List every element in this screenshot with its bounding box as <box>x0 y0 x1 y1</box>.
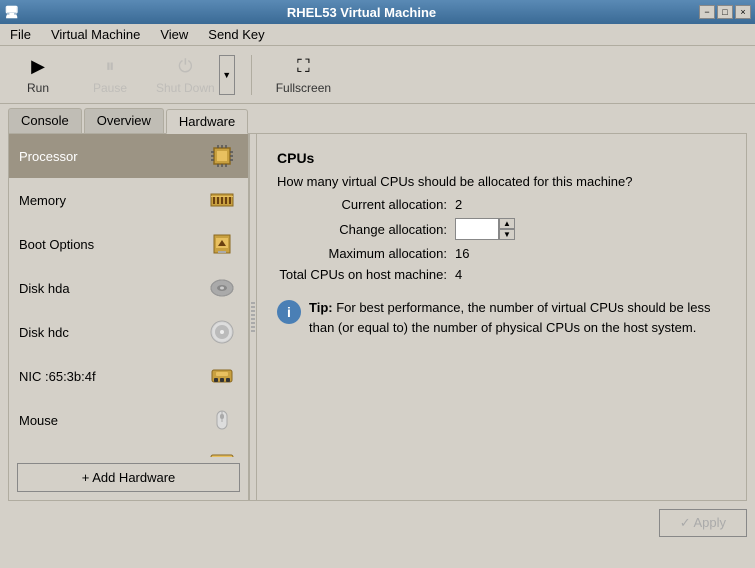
sidebar-bottom: + Add Hardware <box>9 457 248 500</box>
apply-button[interactable]: ✓ Apply <box>659 509 747 537</box>
tip-content: For best performance, the number of virt… <box>309 300 711 335</box>
minimize-button[interactable]: − <box>699 5 715 19</box>
menu-send-key[interactable]: Send Key <box>202 25 270 44</box>
tab-console[interactable]: Console <box>8 108 82 133</box>
pause-label: Pause <box>93 81 127 95</box>
spinbox-increment-button[interactable]: ▲ <box>499 218 515 229</box>
toolbar: ▶ Run ⏸ Pause ⏻ Shut Down ▼ ⛶ Fullscreen <box>0 46 755 104</box>
bottom-bar: ✓ Apply <box>0 501 755 545</box>
allocation-input[interactable]: 2 <box>455 218 499 240</box>
window-icon: 🖥 <box>4 5 19 19</box>
shutdown-label: Shut Down <box>156 81 215 95</box>
mouse-icon <box>206 404 238 436</box>
current-allocation-row: Current allocation: 2 <box>277 197 726 212</box>
sidebar-mouse-label: Mouse <box>19 413 206 428</box>
shutdown-button[interactable]: ⏻ Shut Down <box>152 51 219 99</box>
title-bar: 🖥 RHEL53 Virtual Machine − □ × <box>0 0 755 24</box>
tip-text: Tip: For best performance, the number of… <box>309 298 726 337</box>
spinbox-decrement-button[interactable]: ▼ <box>499 229 515 240</box>
sidebar-item-disk-hdc[interactable]: Disk hdc <box>9 310 248 354</box>
sidebar-nic-label: NIC :65:3b:4f <box>19 369 206 384</box>
total-cpus-label: Total CPUs on host machine: <box>277 267 447 282</box>
sidebar-item-display[interactable]: Display <box>9 442 248 457</box>
fullscreen-button[interactable]: ⛶ Fullscreen <box>268 51 339 99</box>
shutdown-dropdown-button[interactable]: ▼ <box>219 55 235 95</box>
tip-bold: Tip: <box>309 300 333 315</box>
sidebar-item-memory[interactable]: Memory <box>9 178 248 222</box>
maximum-allocation-label: Maximum allocation: <box>277 246 447 261</box>
menu-file[interactable]: File <box>4 25 37 44</box>
toolbar-separator <box>251 55 252 95</box>
window-controls: − □ × <box>699 5 751 19</box>
spinbox-buttons: ▲ ▼ <box>499 218 515 240</box>
disk-hda-icon <box>206 272 238 304</box>
run-label: Run <box>27 81 49 95</box>
hardware-main-panel: CPUs How many virtual CPUs should be all… <box>257 134 746 500</box>
sidebar-disk-hdc-label: Disk hdc <box>19 325 206 340</box>
current-allocation-label: Current allocation: <box>277 197 447 212</box>
sidebar-item-disk-hda[interactable]: Disk hda <box>9 266 248 310</box>
maximize-button[interactable]: □ <box>717 5 733 19</box>
sidebar-item-boot-options[interactable]: Boot Options <box>9 222 248 266</box>
sidebar-memory-label: Memory <box>19 193 206 208</box>
content-area: Processor <box>8 133 747 501</box>
memory-icon <box>206 184 238 216</box>
shutdown-group: ⏻ Shut Down ▼ <box>152 51 235 99</box>
pause-icon: ⏸ <box>98 55 122 79</box>
change-allocation-label: Change allocation: <box>277 222 447 237</box>
divider-grip <box>251 302 255 332</box>
app-window: 🖥 RHEL53 Virtual Machine − □ × File Virt… <box>0 0 755 568</box>
menu-virtual-machine[interactable]: Virtual Machine <box>45 25 146 44</box>
shutdown-icon: ⏻ <box>173 55 197 79</box>
allocation-spinbox: 2 ▲ ▼ <box>455 218 515 240</box>
run-button[interactable]: ▶ Run <box>8 51 68 99</box>
tip-box: i Tip: For best performance, the number … <box>277 298 726 337</box>
current-allocation-value: 2 <box>455 197 462 212</box>
sidebar-item-mouse[interactable]: Mouse <box>9 398 248 442</box>
menu-view[interactable]: View <box>154 25 194 44</box>
close-button[interactable]: × <box>735 5 751 19</box>
change-allocation-row: Change allocation: 2 ▲ ▼ <box>277 218 726 240</box>
nic-icon <box>206 360 238 392</box>
sidebar-boot-label: Boot Options <box>19 237 206 252</box>
sidebar-processor-label: Processor <box>19 149 206 164</box>
sidebar-item-processor[interactable]: Processor <box>9 134 248 178</box>
run-icon: ▶ <box>26 55 50 79</box>
maximum-allocation-value: 16 <box>455 246 469 261</box>
sidebar-disk-hda-label: Disk hda <box>19 281 206 296</box>
pause-button[interactable]: ⏸ Pause <box>80 51 140 99</box>
boot-options-icon <box>206 228 238 260</box>
tab-overview[interactable]: Overview <box>84 108 164 133</box>
disk-hdc-icon <box>206 316 238 348</box>
fullscreen-label: Fullscreen <box>276 81 331 95</box>
panel-divider <box>249 134 257 500</box>
tabs-container: Console Overview Hardware <box>0 104 755 133</box>
processor-icon <box>206 140 238 172</box>
add-hardware-button[interactable]: + Add Hardware <box>17 463 240 492</box>
sidebar-item-nic[interactable]: NIC :65:3b:4f <box>9 354 248 398</box>
tab-hardware[interactable]: Hardware <box>166 109 248 134</box>
total-cpus-row: Total CPUs on host machine: 4 <box>277 267 726 282</box>
fullscreen-icon: ⛶ <box>291 55 315 79</box>
maximum-allocation-row: Maximum allocation: 16 <box>277 246 726 261</box>
display-icon <box>206 448 238 457</box>
section-title: CPUs <box>277 150 726 166</box>
section-description: How many virtual CPUs should be allocate… <box>277 174 726 189</box>
menu-bar: File Virtual Machine View Send Key <box>0 24 755 46</box>
tip-icon: i <box>277 300 301 324</box>
hardware-sidebar: Processor <box>9 134 249 457</box>
window-title: RHEL53 Virtual Machine <box>24 5 699 20</box>
total-cpus-value: 4 <box>455 267 462 282</box>
